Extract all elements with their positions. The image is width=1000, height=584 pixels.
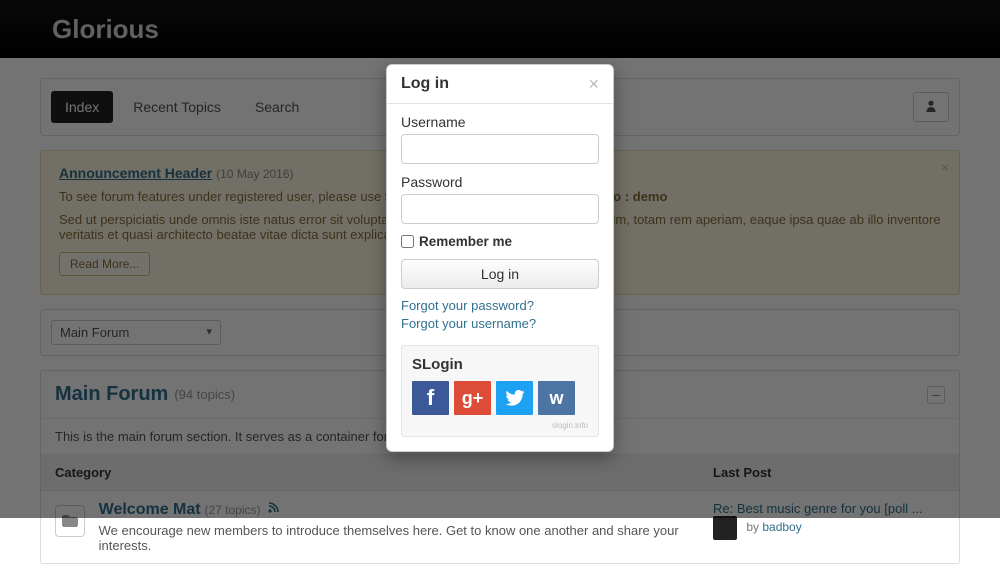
login-modal-title: Log in bbox=[401, 75, 449, 93]
vk-login-button[interactable]: w bbox=[538, 381, 575, 415]
social-login-title: SLogin bbox=[412, 356, 588, 373]
username-input[interactable] bbox=[401, 134, 599, 164]
remember-me-label: Remember me bbox=[419, 234, 512, 249]
avatar[interactable] bbox=[713, 516, 737, 540]
login-modal-close[interactable]: × bbox=[588, 75, 599, 93]
category-description: We encourage new members to introduce th… bbox=[99, 523, 685, 553]
social-login-box: SLogin f g+ w slogin.info bbox=[401, 345, 599, 437]
login-modal: Log in × Username Password Remember me L… bbox=[386, 64, 614, 452]
facebook-login-button[interactable]: f bbox=[412, 381, 449, 415]
social-login-footer: slogin.info bbox=[412, 421, 588, 430]
forgot-username-link[interactable]: Forgot your username? bbox=[401, 315, 599, 333]
forgot-password-link[interactable]: Forgot your password? bbox=[401, 297, 599, 315]
twitter-login-button[interactable] bbox=[496, 381, 533, 415]
username-label: Username bbox=[401, 114, 599, 130]
googleplus-login-button[interactable]: g+ bbox=[454, 381, 491, 415]
password-label: Password bbox=[401, 174, 599, 190]
login-submit-button[interactable]: Log in bbox=[401, 259, 599, 289]
password-input[interactable] bbox=[401, 194, 599, 224]
last-post-by-prefix: by bbox=[746, 520, 762, 534]
remember-me-checkbox[interactable] bbox=[401, 235, 414, 248]
last-post-author-link[interactable]: badboy bbox=[762, 520, 801, 534]
